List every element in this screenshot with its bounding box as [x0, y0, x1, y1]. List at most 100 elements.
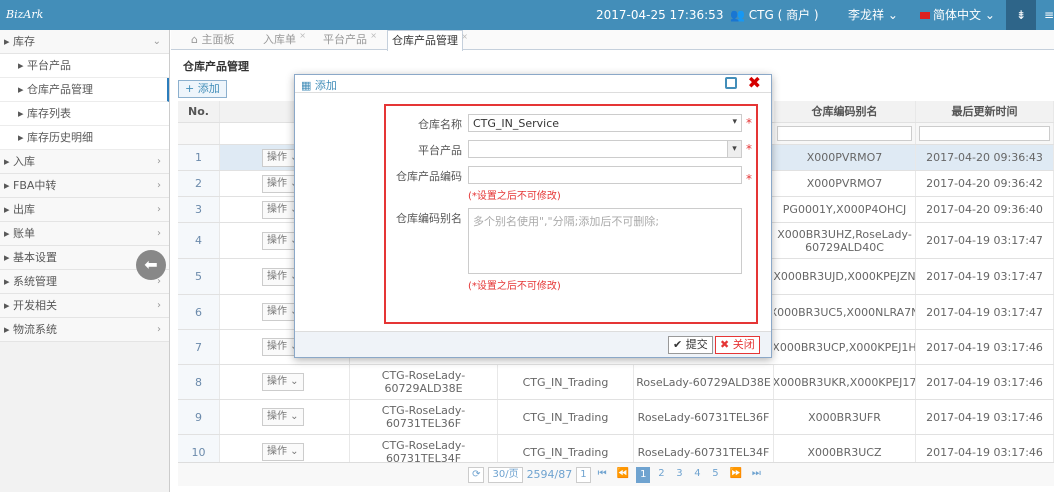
chevron-right-icon: ›: [157, 324, 161, 335]
toolbar: + 添加: [178, 80, 227, 98]
maximize-icon[interactable]: [725, 77, 737, 89]
sidebar-item-inventory-list[interactable]: ▸ 库存列表: [0, 102, 169, 126]
dialog-title: ▦ 添加: [301, 79, 337, 92]
logo[interactable]: BizArk: [6, 3, 46, 27]
page-5[interactable]: 5: [708, 467, 722, 483]
sidebar-item-inventory-history[interactable]: ▸ 库存历史明细: [0, 126, 169, 150]
last-page-icon[interactable]: ⏭: [749, 467, 764, 483]
home-icon: ⌂: [191, 33, 202, 46]
row-product-code: CTG-RoseLady-60731TEL36F: [350, 400, 498, 434]
prev-page-icon[interactable]: ⏪: [614, 467, 632, 483]
header-updated[interactable]: 最后更新时间: [916, 101, 1054, 122]
plus-icon: +: [185, 82, 198, 95]
platform-product-select[interactable]: ▾: [468, 140, 742, 158]
chevron-down-icon: ⌄: [981, 8, 995, 22]
row-number: 4: [178, 223, 220, 258]
warehouse-select[interactable]: CTG_IN_Service ▾: [468, 114, 742, 132]
row-updated: 2017-04-20 09:36:42: [916, 171, 1054, 196]
page-2[interactable]: 2: [654, 467, 668, 483]
flag-icon: [920, 12, 930, 19]
table-row[interactable]: 8 操作 ⌄ CTG-RoseLady-60729ALD38E CTG_IN_Trad…: [178, 365, 1054, 400]
sidebar-item-fba[interactable]: ▸ FBA中转 ›: [0, 174, 169, 198]
sidebar-item-warehouse-products[interactable]: ▸ 仓库产品管理: [0, 78, 169, 102]
sidebar-item-logistics[interactable]: ▸ 物流系统 ›: [0, 318, 169, 342]
alias-textarea[interactable]: 多个别名使用","分隔;添加后不可删除;: [468, 208, 742, 274]
caret-right-icon: ▸: [4, 323, 14, 336]
page-input[interactable]: 1: [576, 466, 591, 483]
product-code-input[interactable]: [468, 166, 742, 184]
dialog-footer: ✔ 提交 ✖ 关闭: [295, 331, 771, 357]
refresh-icon[interactable]: ⟳: [468, 466, 485, 483]
header-no[interactable]: No.: [178, 101, 220, 122]
row-code-alias: X000PVRMO7: [774, 171, 916, 196]
close-tab-icon[interactable]: ×: [461, 27, 468, 47]
add-button[interactable]: + 添加: [178, 80, 227, 98]
row-updated: 2017-04-19 03:17:46: [916, 330, 1054, 364]
row-action-button[interactable]: 操作 ⌄: [262, 408, 304, 426]
table-row[interactable]: 9 操作 ⌄ CTG-RoseLady-60731TEL36F CTG_IN_Trad…: [178, 400, 1054, 435]
sidebar-item-dev[interactable]: ▸ 开发相关 ›: [0, 294, 169, 318]
caret-right-icon: ▸: [4, 299, 14, 312]
sidebar-item-outbound[interactable]: ▸ 出库 ›: [0, 198, 169, 222]
submit-button[interactable]: ✔ 提交: [668, 336, 713, 354]
collapse-sidebar-icon[interactable]: ⬅: [136, 250, 166, 280]
first-page-icon[interactable]: ⏮: [595, 467, 610, 483]
sidebar: ▸ 库存 ⌄ ▸ 平台产品 ▸ 仓库产品管理 ▸ 库存列表 ▸ 库存历史明细 ▸ …: [0, 30, 170, 492]
row-code-alias: X000BR3UCP,X000KPEJ1H: [774, 330, 916, 364]
chevron-down-icon: ⌄: [287, 376, 299, 387]
row-number: 7: [178, 330, 220, 364]
account-menu[interactable]: 👥 CTG ( 商户 ): [730, 0, 819, 30]
chevron-down-icon: ⌄: [884, 8, 898, 22]
caret-right-icon: ▸: [18, 59, 28, 72]
chevron-right-icon: ›: [157, 180, 161, 191]
row-action-button[interactable]: 操作 ⌄: [262, 443, 304, 461]
pagination: ⟳ 30/页 2594/87 1 ⏮ ⏪ 1 2 3 4 5 ⏩ ⏭: [178, 462, 1054, 486]
page-1[interactable]: 1: [636, 466, 651, 483]
close-icon[interactable]: ✖: [748, 73, 761, 92]
row-action-button[interactable]: 操作 ⌄: [262, 373, 304, 391]
product-code-label: 仓库产品编码: [396, 170, 462, 183]
row-updated: 2017-04-19 03:17:47: [916, 295, 1054, 329]
close-icon: ✖: [720, 338, 733, 351]
caret-right-icon: ▸: [4, 251, 14, 264]
user-menu[interactable]: 李龙祥 ⌄: [848, 0, 898, 30]
sidebar-item-platform-products[interactable]: ▸ 平台产品: [0, 54, 169, 78]
row-updated: 2017-04-20 09:36:43: [916, 145, 1054, 170]
chevron-right-icon: ›: [157, 156, 161, 167]
warehouse-label: 仓库名称: [418, 118, 462, 131]
sidebar-item-billing[interactable]: ▸ 账单 ›: [0, 222, 169, 246]
tab-warehouse-products[interactable]: 仓库产品管理 ×: [387, 30, 468, 51]
top-navbar: BizArk 2017-04-25 17:36:53 👥 CTG ( 商户 ) …: [0, 0, 1054, 30]
row-number: 8: [178, 365, 220, 399]
row-code-alias: PG0001Y,X000P4OHCJ: [774, 197, 916, 222]
sidebar-item-inventory[interactable]: ▸ 库存 ⌄: [0, 30, 169, 54]
header-code[interactable]: 仓库编码别名: [774, 101, 916, 122]
next-page-icon[interactable]: ⏩: [726, 467, 744, 483]
tab-platform-products[interactable]: 平台产品 ×: [319, 30, 377, 50]
close-tab-icon[interactable]: ×: [299, 26, 306, 46]
row-code-alias: X000BR3UKR,X000KPEJ17: [774, 365, 916, 399]
row-product-code: CTG-RoseLady-60729ALD38E: [350, 365, 498, 399]
language-menu[interactable]: 简体中文 ⌄: [920, 0, 995, 30]
tab-inbound-orders[interactable]: 入库单 ×: [259, 30, 306, 50]
tab-dashboard[interactable]: ⌂ 主面板: [187, 30, 238, 50]
page-3[interactable]: 3: [672, 467, 686, 483]
required-mark: *: [746, 142, 752, 156]
caret-right-icon: ▸: [4, 35, 14, 48]
chevron-down-icon: ⌄: [152, 36, 161, 47]
pin-icon[interactable]: ⇟: [1006, 0, 1036, 30]
more-icon[interactable]: ≡: [1044, 0, 1054, 30]
row-platform-product: RoseLady-60731TEL36F: [634, 400, 774, 434]
close-tab-icon[interactable]: ×: [370, 26, 377, 46]
close-button[interactable]: ✖ 关闭: [715, 336, 760, 354]
row-code-alias: X000PVRMO7: [774, 145, 916, 170]
page-4[interactable]: 4: [690, 467, 704, 483]
code-hint: (*设置之后不可修改): [468, 191, 561, 202]
row-op-cell: 操作 ⌄: [220, 400, 350, 434]
sidebar-item-inbound[interactable]: ▸ 入库 ›: [0, 150, 169, 174]
page-size-select[interactable]: 30/页: [488, 466, 523, 483]
filter-updated-input[interactable]: [918, 126, 1051, 141]
row-number: 3: [178, 197, 220, 222]
filter-code-input[interactable]: [776, 126, 913, 141]
chevron-right-icon: ›: [157, 228, 161, 239]
